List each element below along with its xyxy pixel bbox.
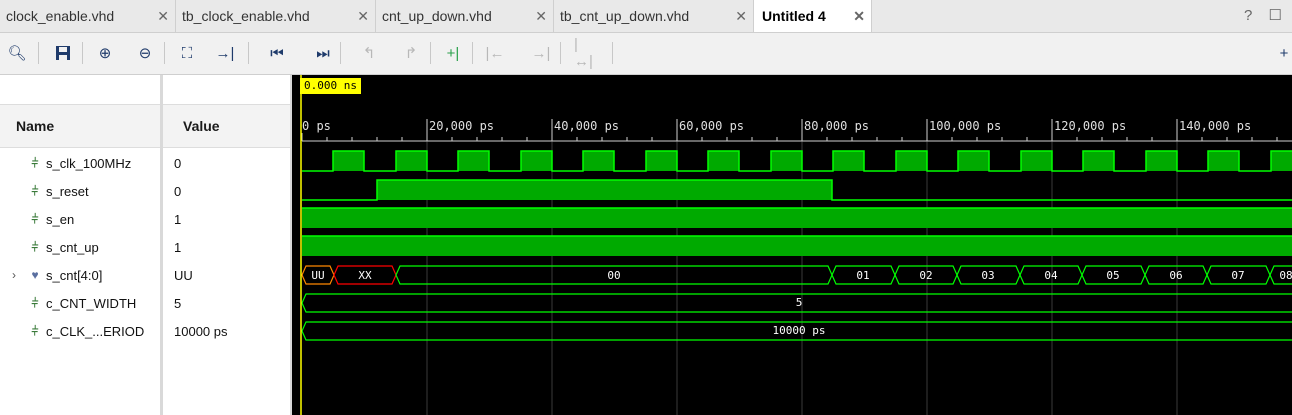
window-buttons[interactable]: ? ☐ bbox=[1244, 6, 1288, 24]
constant-icon: ⫩ bbox=[31, 323, 39, 338]
zoom-out-icon[interactable]: ⊖ bbox=[134, 42, 156, 64]
bus-value-label: 03 bbox=[981, 269, 994, 282]
time-tick-label: 40,000 ps bbox=[554, 119, 619, 133]
constant-icon: ⫩ bbox=[31, 295, 39, 310]
signal-value: 0 bbox=[174, 155, 182, 171]
go-to-end-icon[interactable]: ⏭ bbox=[312, 42, 334, 64]
time-tick-label: 100,000 ps bbox=[929, 119, 1001, 133]
signal-value: 10000 ps bbox=[174, 323, 228, 339]
go-to-start-icon[interactable]: ⏮ bbox=[266, 42, 288, 64]
waveform-canvas[interactable]: 0 ps 20,000 ps 40,000 ps 60,000 ps 80,00… bbox=[292, 75, 1292, 415]
tab-label: clock_enable.vhd bbox=[6, 8, 115, 24]
go-to-cursor-icon[interactable]: →| bbox=[214, 42, 236, 64]
tab-label: cnt_up_down.vhd bbox=[382, 8, 492, 24]
zoom-in-icon[interactable]: ⊕ bbox=[94, 42, 116, 64]
signal-value: 1 bbox=[174, 239, 182, 255]
next-marker-icon: →| bbox=[531, 44, 551, 62]
close-icon[interactable]: ✕ bbox=[735, 8, 747, 25]
wave-c-clk-period: 10000 ps bbox=[301, 321, 1292, 341]
signal-name: s_reset bbox=[46, 183, 89, 199]
more-icon[interactable]: + bbox=[1276, 42, 1292, 64]
signal-value: 0 bbox=[174, 183, 182, 199]
signal-name: s_en bbox=[46, 211, 75, 227]
editor-tab-bar: clock_enable.vhd ✕ tb_clock_enable.vhd ✕… bbox=[0, 0, 1292, 33]
waveform-toolbar: 🔍︎ ⊕ ⊖ ⛶ →| ⏮ ⏭ ↰ ↱ +| |← →| |↔| + bbox=[0, 33, 1292, 75]
bus-value-label: 01 bbox=[856, 269, 869, 282]
signal-name-pane: Name ⫩ s_clk_100MHz ⫩ s_reset ⫩ s_en ⫩ s… bbox=[0, 75, 160, 415]
bus-value-label: 04 bbox=[1044, 269, 1058, 282]
zoom-fit-icon[interactable]: ⛶ bbox=[176, 42, 198, 64]
time-labels: 0 ps 20,000 ps 40,000 ps 60,000 ps 80,00… bbox=[302, 119, 1251, 133]
bus-value-label: 06 bbox=[1169, 269, 1182, 282]
signal-row[interactable]: ⫩ s_reset bbox=[28, 177, 89, 205]
value-column-header[interactable]: Value bbox=[163, 104, 290, 148]
wave-s-reset bbox=[302, 179, 1292, 201]
signal-row[interactable]: ⫩ s_cnt_up bbox=[28, 233, 99, 261]
signal-value: 1 bbox=[174, 211, 182, 227]
signal-value-pane: Value 0 0 1 1 UU 5 10000 ps bbox=[163, 75, 290, 415]
tab-label: Untitled 4 bbox=[762, 8, 826, 24]
tab-label: tb_cnt_up_down.vhd bbox=[560, 8, 690, 24]
tab-tb-clock-enable[interactable]: tb_clock_enable.vhd ✕ bbox=[176, 0, 376, 32]
bus-value-label: UU bbox=[311, 269, 324, 282]
bus-value-label: 00 bbox=[607, 269, 620, 282]
tab-label: tb_clock_enable.vhd bbox=[182, 8, 310, 24]
close-icon[interactable]: ✕ bbox=[157, 8, 169, 25]
name-column-header[interactable]: Name bbox=[0, 104, 160, 148]
wave-s-en bbox=[302, 207, 1292, 228]
signal-name: c_CNT_WIDTH bbox=[46, 295, 137, 311]
cursor-time-label: 0.000 ns bbox=[300, 78, 361, 94]
swap-cursors-icon: |↔| bbox=[574, 36, 593, 70]
signal-icon: ⫩ bbox=[31, 155, 39, 170]
signal-icon: ⫩ bbox=[31, 183, 39, 198]
signal-row[interactable]: ♥ s_cnt[4:0] bbox=[28, 261, 102, 289]
const-value-label: 5 bbox=[796, 296, 803, 309]
previous-marker-icon: |← bbox=[485, 44, 505, 62]
wave-s-clk bbox=[302, 150, 1292, 172]
save-icon[interactable] bbox=[52, 42, 74, 64]
signal-icon: ⫩ bbox=[31, 211, 39, 226]
bus-value-label: XX bbox=[358, 269, 372, 282]
bus-value-label: 08 bbox=[1279, 269, 1292, 282]
previous-transition-icon: ↰ bbox=[362, 45, 376, 62]
signal-name: s_cnt[4:0] bbox=[46, 267, 103, 283]
close-icon[interactable]: ✕ bbox=[535, 8, 547, 25]
signal-row[interactable]: ⫩ c_CNT_WIDTH bbox=[28, 289, 137, 317]
wave-c-cnt-width: 5 bbox=[301, 293, 1292, 313]
signal-value: UU bbox=[174, 267, 193, 283]
bus-icon: ♥ bbox=[31, 268, 39, 282]
close-icon[interactable]: ✕ bbox=[853, 8, 865, 25]
signal-row[interactable]: ⫩ s_en bbox=[28, 205, 75, 233]
signal-name: s_clk_100MHz bbox=[46, 155, 132, 171]
const-value-label: 10000 ps bbox=[773, 324, 826, 337]
tab-cnt-up-down[interactable]: cnt_up_down.vhd ✕ bbox=[376, 0, 554, 32]
signal-name: c_CLK_...ERIOD bbox=[46, 323, 145, 339]
time-tick-label: 20,000 ps bbox=[429, 119, 494, 133]
bus-value-label: 02 bbox=[919, 269, 932, 282]
time-tick-label: 120,000 ps bbox=[1054, 119, 1126, 133]
signal-row[interactable]: ⫩ c_CLK_...ERIOD bbox=[28, 317, 145, 345]
signal-value: 5 bbox=[174, 295, 182, 311]
time-tick-label: 0 ps bbox=[302, 119, 331, 133]
bus-value-label: 05 bbox=[1106, 269, 1119, 282]
next-transition-icon: ↱ bbox=[404, 45, 418, 62]
signal-name: s_cnt_up bbox=[46, 239, 99, 255]
time-tick-label: 140,000 ps bbox=[1179, 119, 1251, 133]
signal-row[interactable]: ⫩ s_clk_100MHz bbox=[28, 149, 132, 177]
wave-s-cnt-bus bbox=[301, 265, 1292, 285]
wave-s-cnt-up bbox=[302, 235, 1292, 256]
tab-clock-enable[interactable]: clock_enable.vhd ✕ bbox=[0, 0, 176, 32]
tab-untitled-4[interactable]: Untitled 4 ✕ bbox=[754, 0, 872, 32]
bus-value-label: 07 bbox=[1231, 269, 1244, 282]
time-tick-label: 80,000 ps bbox=[804, 119, 869, 133]
expand-chevron-icon[interactable]: › bbox=[12, 268, 16, 282]
time-tick-label: 60,000 ps bbox=[679, 119, 744, 133]
close-icon[interactable]: ✕ bbox=[357, 8, 369, 25]
add-marker-icon[interactable]: +| bbox=[442, 42, 464, 64]
signal-icon: ⫩ bbox=[31, 239, 39, 254]
search-icon[interactable]: 🔍︎ bbox=[6, 42, 28, 64]
tab-tb-cnt-up-down[interactable]: tb_cnt_up_down.vhd ✕ bbox=[554, 0, 754, 32]
